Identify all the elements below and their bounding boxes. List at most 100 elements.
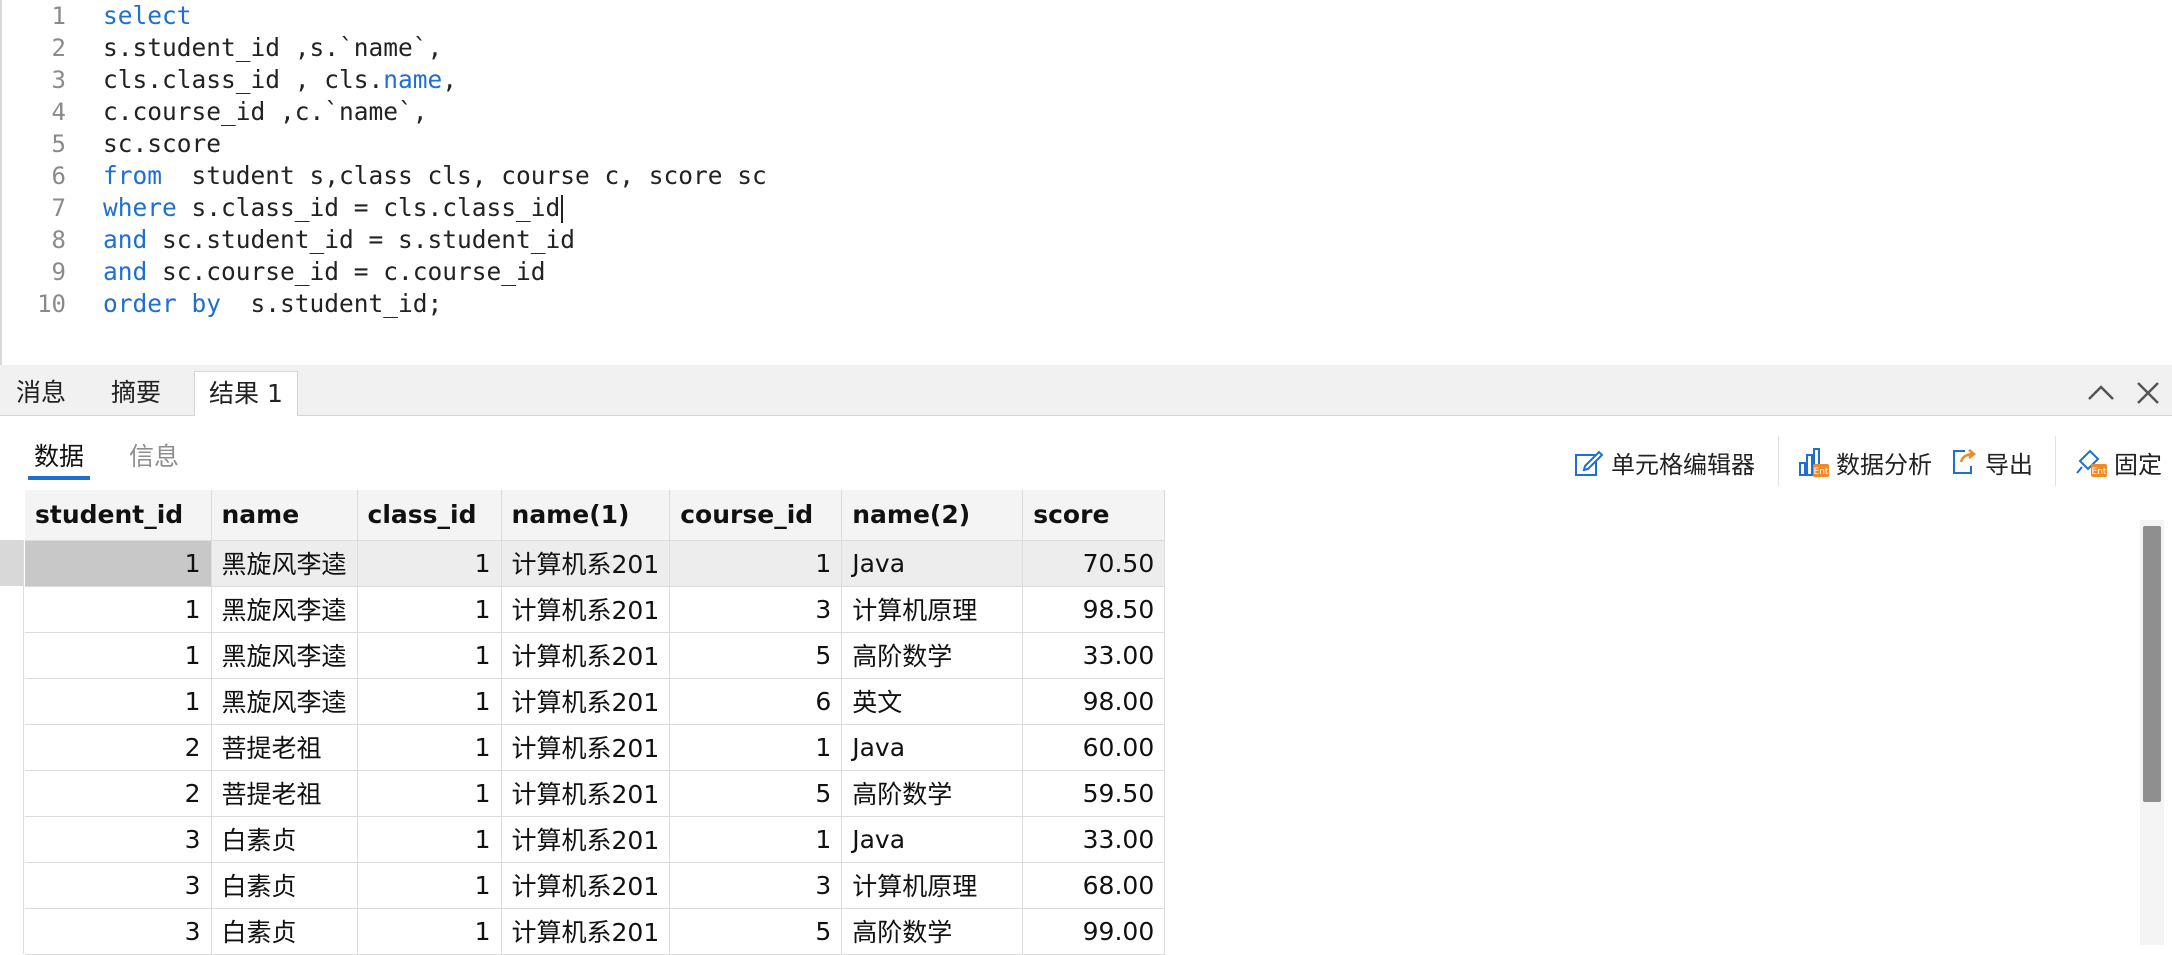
table-cell[interactable]: 英文	[841, 678, 1024, 725]
table-row[interactable]: 3 白素贞 1 计算机系201 3 计算机原理 68.00	[25, 862, 1166, 909]
code-line[interactable]: 10 order by s.student_id;	[2, 288, 2102, 320]
row-header[interactable]	[0, 816, 24, 862]
export-button[interactable]: 导出	[1947, 444, 2033, 480]
row-header[interactable]	[0, 724, 24, 770]
code-line[interactable]: 6 from student s,class cls, course c, sco…	[2, 160, 2102, 192]
row-header[interactable]	[0, 770, 24, 816]
table-cell[interactable]: 黑旋风李逵	[211, 540, 358, 587]
row-header[interactable]	[0, 586, 24, 632]
table-cell[interactable]: 1	[357, 908, 502, 955]
close-panel-icon[interactable]	[2130, 375, 2166, 411]
table-cell[interactable]: 菩提老祖	[211, 770, 358, 817]
row-header[interactable]	[0, 540, 24, 586]
table-cell[interactable]: Java	[841, 540, 1024, 587]
table-cell[interactable]: 1	[25, 586, 212, 633]
table-cell[interactable]: 黑旋风李逵	[211, 586, 358, 633]
table-cell[interactable]: 计算机系201	[501, 586, 671, 633]
table-cell[interactable]: 黑旋风李逵	[211, 632, 358, 679]
results-grid[interactable]: student_id name class_id name(1) course_id na…	[0, 490, 2172, 955]
collapse-panel-icon[interactable]	[2083, 375, 2119, 411]
scrollbar-thumb[interactable]	[2143, 526, 2161, 802]
pin-button[interactable]: Ent 固定	[2074, 444, 2162, 480]
column-header[interactable]: course_id	[669, 490, 843, 541]
table-cell[interactable]: 计算机系201	[501, 540, 671, 587]
table-cell[interactable]: 1	[669, 816, 843, 863]
table-cell[interactable]: 高阶数学	[841, 770, 1024, 817]
table-row[interactable]: 1 黑旋风李逵 1 计算机系201 6 英文 98.00	[25, 678, 1166, 725]
table-cell[interactable]: 计算机系201	[501, 816, 671, 863]
row-header[interactable]	[0, 862, 24, 908]
code-text[interactable]: s.student_id ,s.`name`,	[103, 32, 442, 64]
code-text[interactable]: c.course_id ,c.`name`,	[103, 96, 428, 128]
table-cell[interactable]: 计算机系201	[501, 862, 671, 909]
table-cell[interactable]: 5	[669, 770, 843, 817]
table-cell[interactable]: 6	[669, 678, 843, 725]
table-cell[interactable]: 3	[669, 862, 843, 909]
code-line[interactable]: 8 and sc.student_id = s.student_id	[2, 224, 2102, 256]
code-text[interactable]: from student s,class cls, course c, scor…	[103, 160, 767, 192]
table-cell[interactable]: 1	[357, 724, 502, 771]
table-cell[interactable]: 3	[25, 816, 212, 863]
code-line[interactable]: 5 sc.score	[2, 128, 2102, 160]
column-header[interactable]: name(1)	[501, 490, 671, 541]
code-text[interactable]: where s.class_id = cls.class_id	[103, 192, 564, 224]
table-cell[interactable]: 白素贞	[211, 908, 358, 955]
table-cell[interactable]: 33.00	[1022, 632, 1166, 679]
table-cell[interactable]: 5	[669, 632, 843, 679]
table-row[interactable]: 2 菩提老祖 1 计算机系201 5 高阶数学 59.50	[25, 770, 1166, 817]
row-header[interactable]	[0, 632, 24, 678]
tab-messages[interactable]: 消息	[2, 371, 80, 416]
code-text[interactable]: and sc.course_id = c.course_id	[103, 256, 546, 288]
table-cell[interactable]: 1	[357, 678, 502, 725]
cell-editor-button[interactable]: 单元格编辑器	[1573, 444, 1755, 480]
table-cell[interactable]: 1	[25, 540, 212, 587]
table-cell[interactable]: Java	[841, 816, 1024, 863]
code-text[interactable]: cls.class_id , cls.name,	[103, 64, 457, 96]
table-cell[interactable]: 高阶数学	[841, 632, 1024, 679]
row-header[interactable]	[0, 908, 24, 954]
table-cell[interactable]: 60.00	[1022, 724, 1166, 771]
table-cell[interactable]: 计算机原理	[841, 586, 1024, 633]
table-cell[interactable]: 1	[357, 540, 502, 587]
table-cell[interactable]: 计算机系201	[501, 770, 671, 817]
table-cell[interactable]: 3	[25, 862, 212, 909]
table-row[interactable]: 3 白素贞 1 计算机系201 1 Java 33.00	[25, 816, 1166, 863]
sql-editor[interactable]: 1 select 2 s.student_id ,s.`name`, 3 cls.clas…	[0, 0, 2172, 365]
table-cell[interactable]: 1	[357, 586, 502, 633]
table-cell[interactable]: 1	[357, 770, 502, 817]
table-cell[interactable]: 99.00	[1022, 908, 1166, 955]
table-row[interactable]: 1 黑旋风李逵 1 计算机系201 5 高阶数学 33.00	[25, 632, 1166, 679]
table-cell[interactable]: 计算机系201	[501, 908, 671, 955]
table-cell[interactable]: 2	[25, 770, 212, 817]
code-line[interactable]: 1 select	[2, 0, 2102, 32]
code-line[interactable]: 3 cls.class_id , cls.name,	[2, 64, 2102, 96]
table-cell[interactable]: 3	[669, 586, 843, 633]
table-cell[interactable]: 计算机系201	[501, 678, 671, 725]
tab-summary[interactable]: 摘要	[97, 371, 175, 416]
code-line[interactable]: 9 and sc.course_id = c.course_id	[2, 256, 2102, 288]
table-cell[interactable]: 5	[669, 908, 843, 955]
table-cell[interactable]: 1	[357, 862, 502, 909]
table-cell[interactable]: 1	[357, 632, 502, 679]
row-header[interactable]	[0, 678, 24, 724]
table-row[interactable]: 1 黑旋风李逵 1 计算机系201 1 Java 70.50	[25, 540, 1166, 587]
table-cell[interactable]: 白素贞	[211, 862, 358, 909]
code-line[interactable]: 2 s.student_id ,s.`name`,	[2, 32, 2102, 64]
table-cell[interactable]: 1	[669, 540, 843, 587]
table-cell[interactable]: 计算机系201	[501, 724, 671, 771]
column-header[interactable]: student_id	[25, 490, 212, 541]
table-row[interactable]: 1 黑旋风李逵 1 计算机系201 3 计算机原理 98.50	[25, 586, 1166, 633]
table-cell[interactable]: 菩提老祖	[211, 724, 358, 771]
column-header[interactable]: name(2)	[841, 490, 1024, 541]
tab-result-1[interactable]: 结果 1	[194, 371, 298, 417]
table-cell[interactable]: 计算机原理	[841, 862, 1024, 909]
table-cell[interactable]: 2	[25, 724, 212, 771]
code-text[interactable]: sc.score	[103, 128, 221, 160]
table-cell[interactable]: 3	[25, 908, 212, 955]
table-cell[interactable]: 1	[669, 724, 843, 771]
subtab-info[interactable]: 信息	[129, 440, 179, 474]
table-cell[interactable]: Java	[841, 724, 1024, 771]
table-cell[interactable]: 1	[25, 632, 212, 679]
table-cell[interactable]: 计算机系201	[501, 632, 671, 679]
table-cell[interactable]: 黑旋风李逵	[211, 678, 358, 725]
